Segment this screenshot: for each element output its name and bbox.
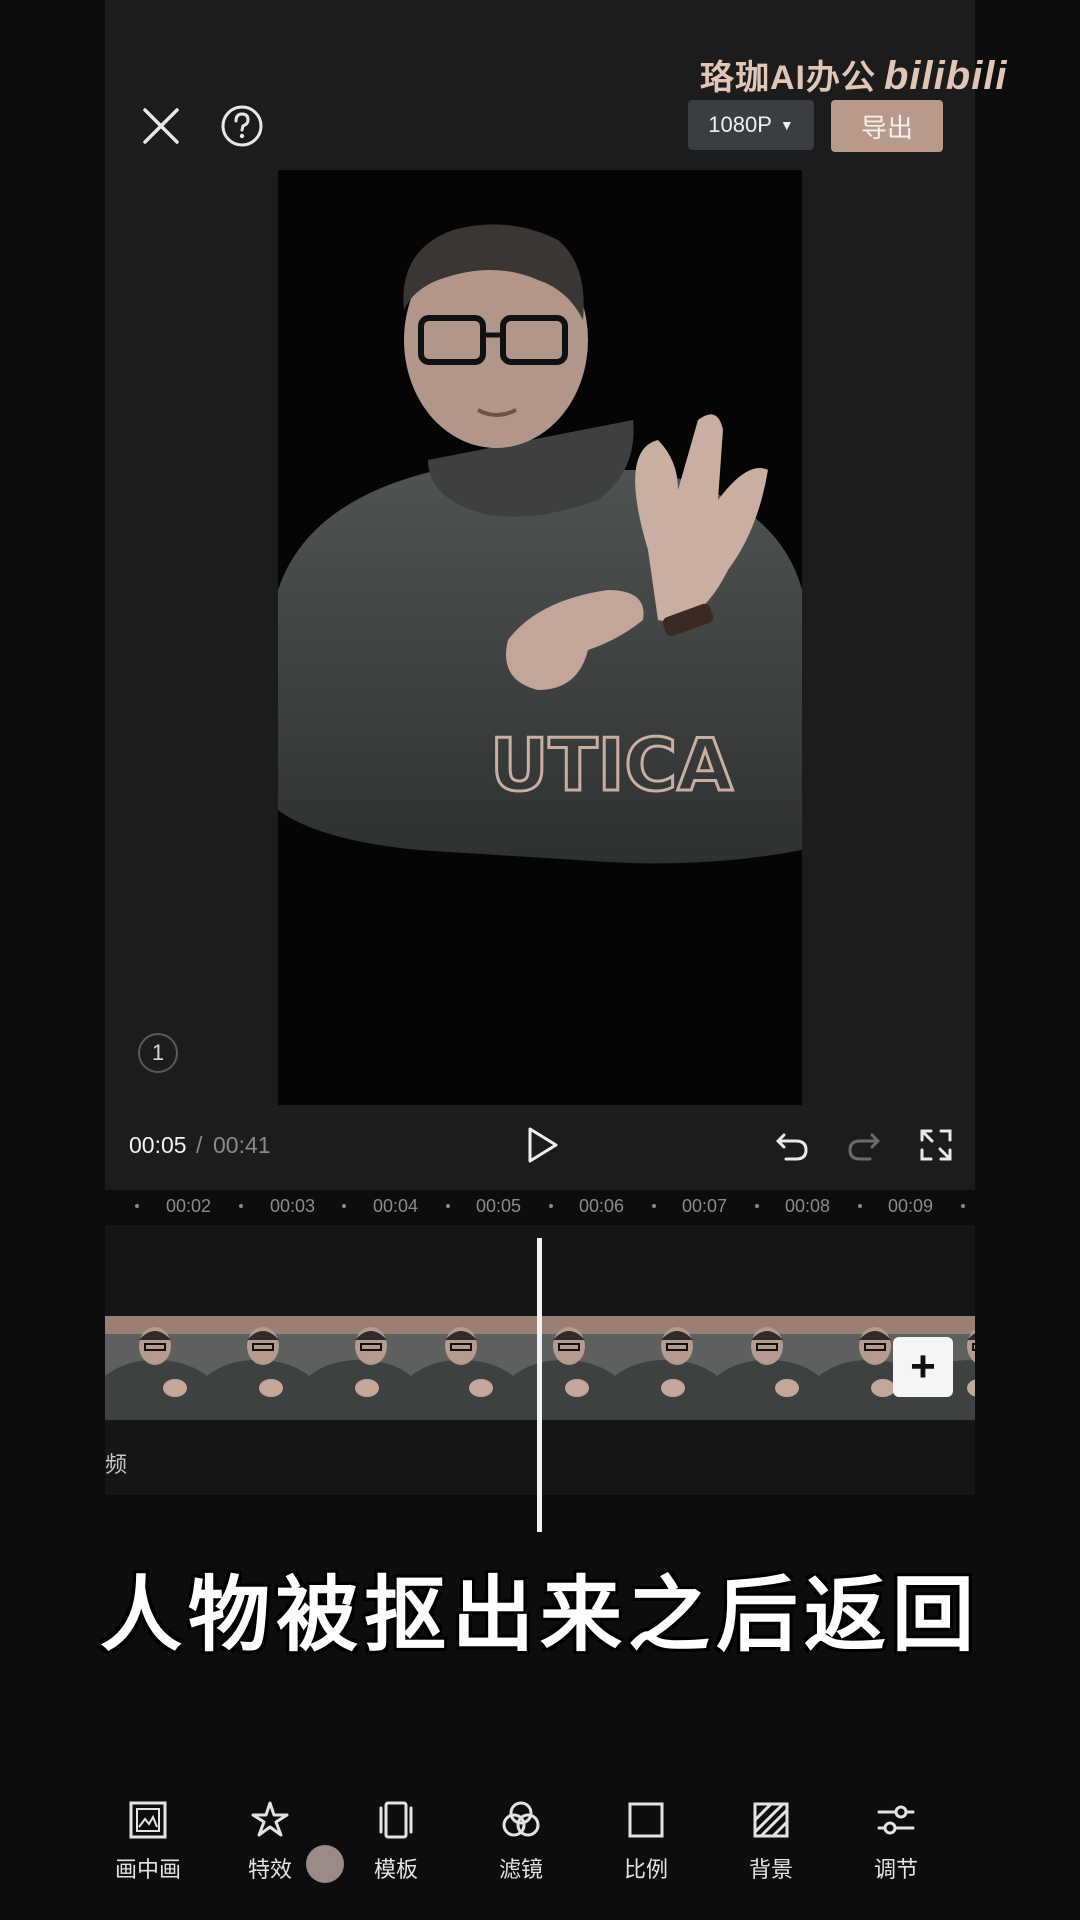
total-duration: 00:41 [213,1132,271,1158]
ruler-dot [239,1204,243,1208]
tool-label: 比例 [623,1857,668,1882]
timeline-ruler[interactable]: 00:02 00:03 00:04 00:05 00:06 00:07 00:0… [105,1196,975,1216]
template-cards-icon [379,1801,413,1839]
sparkle-star-icon [251,1801,289,1837]
tool-template[interactable]: 模板 [341,1800,451,1900]
resolution-dropdown[interactable]: 1080P ▼ [688,100,814,150]
ruler-dot [549,1204,553,1208]
time-separator: / [196,1132,203,1158]
tool-background[interactable]: 背景 [716,1800,826,1900]
bottom-toolbar: 画中画 特效 模板 滤镜 比例 背景 调节 [0,1800,1080,1900]
ruler-tick: 00:03 [270,1196,316,1216]
play-icon[interactable] [522,1124,562,1166]
video-preview[interactable]: UTICA [278,170,802,1105]
tool-label: 模板 [373,1857,418,1882]
ruler-dot [858,1204,862,1208]
current-time: 00:05 [129,1132,187,1158]
ruler-tick: 00:02 [166,1196,212,1216]
playhead[interactable] [537,1238,542,1532]
close-icon[interactable] [135,100,187,152]
person-cutout-image: UTICA [278,224,802,864]
redo-icon[interactable] [846,1127,882,1163]
tool-label: 背景 [748,1857,793,1882]
svg-text:UTICA: UTICA [490,723,733,807]
tool-label: 画中画 [114,1857,181,1882]
watermark: 珞珈AI办公 bilibili [700,50,1008,99]
clip-thumbnail [717,1316,819,1420]
ruler-dot [446,1204,450,1208]
clip-thumbnail [207,1316,309,1420]
track-label: 频 [105,1452,128,1477]
ratio-square-icon [628,1802,664,1838]
ruler-dot [961,1204,965,1208]
caret-down-icon: ▼ [779,117,794,133]
export-button[interactable]: 导出 [831,100,943,152]
plus-icon: + [910,1342,936,1391]
video-editor-screen: 珞珈AI办公 bilibili 1080P ▼ 导出 UTICA 1 00:05… [0,0,1080,1920]
filter-circles-icon [502,1801,540,1837]
ruler-tick: 00:04 [373,1196,419,1216]
adjust-sliders-icon [877,1805,915,1835]
undo-icon[interactable] [774,1127,810,1163]
export-label: 导出 [860,112,913,143]
watermark-text: 珞珈AI办公 [700,59,876,97]
bilibili-logo: bilibili [884,54,1008,98]
tool-label: 特效 [247,1857,292,1882]
ruler-dot [652,1204,656,1208]
tool-ratio[interactable]: 比例 [591,1800,701,1900]
tool-adjust[interactable]: 调节 [841,1800,951,1900]
layer-index-label: 1 [151,1040,165,1065]
tool-filter[interactable]: 滤镜 [466,1800,576,1900]
resolution-label: 1080P [708,112,772,137]
layer-index-badge[interactable]: 1 [138,1033,178,1073]
tool-effects[interactable]: 特效 [215,1800,325,1900]
tool-label: 滤镜 [498,1857,543,1882]
fullscreen-icon[interactable] [918,1127,954,1163]
tool-picture-in-picture[interactable]: 画中画 [93,1800,203,1900]
ruler-dot [342,1204,346,1208]
picture-in-picture-icon [129,1801,167,1839]
ruler-tick: 00:06 [579,1196,625,1216]
ruler-dot [135,1204,139,1208]
background-hatch-icon [753,1802,789,1838]
clip-thumbnail [309,1316,411,1420]
tool-label: 调节 [873,1857,918,1882]
clip-thumbnail [105,1316,207,1420]
ruler-dot [755,1204,759,1208]
subtitle-caption: 人物被抠出来之后返回 [99,1570,980,1661]
ruler-tick: 00:05 [476,1196,522,1216]
help-icon[interactable] [216,100,268,152]
ruler-tick: 00:08 [785,1196,831,1216]
clip-thumbnail [411,1316,513,1420]
ruler-tick: 00:09 [888,1196,934,1216]
clip-thumbnail [513,1316,615,1420]
add-clip-button[interactable]: + [893,1337,953,1397]
ruler-tick: 00:07 [682,1196,728,1216]
clip-thumbnail [615,1316,717,1420]
